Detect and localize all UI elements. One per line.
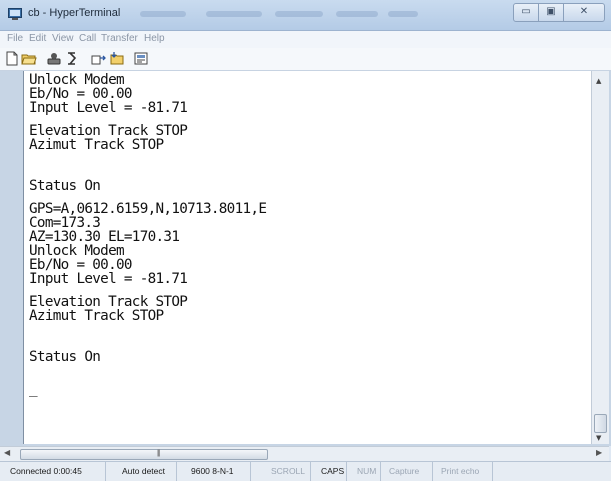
title-bar-decoration bbox=[336, 11, 378, 17]
horizontal-scroll-thumb[interactable]: ||| bbox=[20, 449, 268, 460]
terminal-line: Azimut Track STOP bbox=[29, 137, 164, 153]
window-controls: ▭ ▣ ✕ bbox=[513, 3, 605, 22]
title-bar-decoration bbox=[388, 11, 418, 17]
window-title: cb - HyperTerminal bbox=[28, 7, 121, 19]
title-bar-decoration bbox=[140, 11, 186, 17]
terminal-line: AZ=130.30 EL=170.31 bbox=[29, 229, 180, 245]
terminal-line: Elevation Track STOP bbox=[29, 294, 188, 310]
capture-indicator: Capture bbox=[381, 462, 433, 481]
terminal-line: _ bbox=[29, 381, 38, 397]
maximize-button[interactable]: ▣ bbox=[538, 3, 564, 22]
menu-call[interactable]: Call bbox=[79, 33, 96, 44]
vertical-scroll-thumb[interactable] bbox=[594, 414, 607, 433]
terminal-line: Eb/No = 00.00 bbox=[29, 86, 133, 102]
terminal-line: Input Level = -81.71 bbox=[29, 271, 188, 287]
terminal-line: Eb/No = 00.00 bbox=[29, 257, 133, 273]
title-bar[interactable]: cb - HyperTerminal ▭ ▣ ✕ bbox=[0, 0, 611, 31]
menu-help[interactable]: Help bbox=[144, 33, 165, 44]
terminal-line: Input Level = -81.71 bbox=[29, 100, 188, 116]
hyperterminal-window: cb - HyperTerminal ▭ ▣ ✕ File Edit View … bbox=[0, 0, 611, 481]
minimize-button[interactable]: ▭ bbox=[513, 3, 539, 22]
menu-transfer[interactable]: Transfer bbox=[101, 33, 138, 44]
toolbar bbox=[0, 48, 611, 71]
send-icon[interactable] bbox=[91, 51, 107, 66]
new-connection-icon[interactable] bbox=[4, 51, 20, 66]
terminal-line: Status On bbox=[29, 349, 101, 365]
scroll-left-arrow-icon[interactable]: ◀ bbox=[4, 448, 10, 457]
terminal-line: Com=173.3 bbox=[29, 215, 101, 231]
caps-lock-indicator: CAPS bbox=[311, 462, 347, 481]
terminal-line: Status On bbox=[29, 178, 101, 194]
terminal-output[interactable]: Unlock Modem Eb/No = 00.00 Input Level = -… bbox=[23, 71, 591, 444]
print-echo-indicator: Print echo bbox=[433, 462, 493, 481]
terminal-frame: Unlock Modem Eb/No = 00.00 Input Level = -… bbox=[0, 71, 611, 446]
port-settings-status: 9600 8-N-1 bbox=[177, 462, 251, 481]
num-lock-indicator: NUM bbox=[347, 462, 381, 481]
scroll-up-arrow-icon[interactable]: ▲ bbox=[596, 77, 601, 85]
scroll-right-arrow-icon[interactable]: ▶ bbox=[596, 448, 602, 457]
receive-icon[interactable] bbox=[109, 51, 125, 66]
connection-status: Connected 0:00:45 bbox=[0, 462, 106, 481]
terminal-line: Elevation Track STOP bbox=[29, 123, 188, 139]
scroll-grip-icon: ||| bbox=[157, 450, 161, 457]
menu-edit[interactable]: Edit bbox=[29, 33, 46, 44]
horizontal-scrollbar[interactable]: ◀ ||| ▶ bbox=[0, 446, 609, 461]
status-bar: Connected 0:00:45 Auto detect 9600 8-N-1… bbox=[0, 461, 611, 481]
terminal-line: Azimut Track STOP bbox=[29, 308, 164, 324]
title-bar-decoration bbox=[206, 11, 262, 17]
scroll-lock-indicator: SCROLL bbox=[251, 462, 311, 481]
disconnect-icon[interactable] bbox=[46, 51, 62, 66]
menu-view[interactable]: View bbox=[52, 33, 74, 44]
terminal-text: Unlock Modem Eb/No = 00.00 Input Level = -… bbox=[29, 72, 267, 397]
scroll-down-arrow-icon[interactable]: ▼ bbox=[596, 434, 601, 442]
menu-bar: File Edit View Call Transfer Help bbox=[0, 31, 611, 48]
dial-icon[interactable] bbox=[64, 51, 80, 66]
close-button[interactable]: ✕ bbox=[563, 3, 605, 22]
auto-detect-status: Auto detect bbox=[106, 462, 177, 481]
menu-file[interactable]: File bbox=[7, 33, 23, 44]
vertical-scrollbar[interactable]: ▲ ▼ bbox=[591, 71, 609, 444]
title-bar-decoration bbox=[275, 11, 323, 17]
terminal-line: Unlock Modem bbox=[29, 72, 125, 88]
terminal-line: GPS=A,0612.6159,N,10713.8011,E bbox=[29, 201, 267, 217]
properties-icon[interactable] bbox=[133, 51, 149, 66]
hyperterminal-app-icon[interactable] bbox=[8, 8, 22, 20]
open-icon[interactable] bbox=[21, 51, 37, 66]
terminal-line: Unlock Modem bbox=[29, 243, 125, 259]
